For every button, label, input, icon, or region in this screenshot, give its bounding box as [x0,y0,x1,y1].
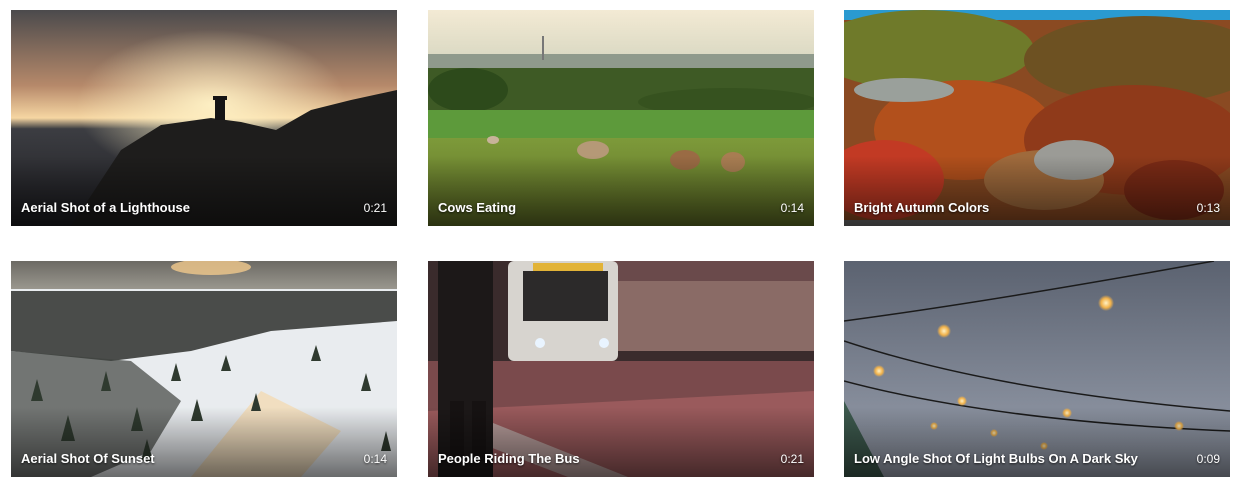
video-title[interactable]: People Riding The Bus [438,451,580,466]
video-card-lighthouse[interactable]: Aerial Shot of a Lighthouse 0:21 [11,10,397,226]
video-card-light-bulbs[interactable]: Low Angle Shot Of Light Bulbs On A Dark … [844,261,1230,477]
title-overlay [11,156,397,226]
video-card-bus[interactable]: People Riding The Bus 0:21 [428,261,814,477]
video-card-cows[interactable]: Cows Eating 0:14 [428,10,814,226]
video-duration: 0:21 [780,452,804,466]
video-duration: 0:13 [1196,201,1220,215]
video-title[interactable]: Low Angle Shot Of Light Bulbs On A Dark … [854,451,1138,466]
video-duration: 0:14 [780,201,804,215]
title-overlay [428,407,814,477]
title-overlay [11,407,397,477]
video-duration: 0:21 [363,201,387,215]
video-title[interactable]: Aerial Shot of a Lighthouse [21,200,190,215]
video-card-sunset[interactable]: Aerial Shot Of Sunset 0:14 [11,261,397,477]
video-title[interactable]: Bright Autumn Colors [854,200,989,215]
video-card-autumn[interactable]: Bright Autumn Colors 0:13 [844,10,1230,226]
title-overlay [428,156,814,226]
video-title[interactable]: Aerial Shot Of Sunset [21,451,155,466]
title-overlay [844,407,1230,477]
video-duration: 0:14 [363,452,387,466]
video-duration: 0:09 [1196,452,1220,466]
video-title[interactable]: Cows Eating [438,200,516,215]
title-overlay [844,156,1230,226]
